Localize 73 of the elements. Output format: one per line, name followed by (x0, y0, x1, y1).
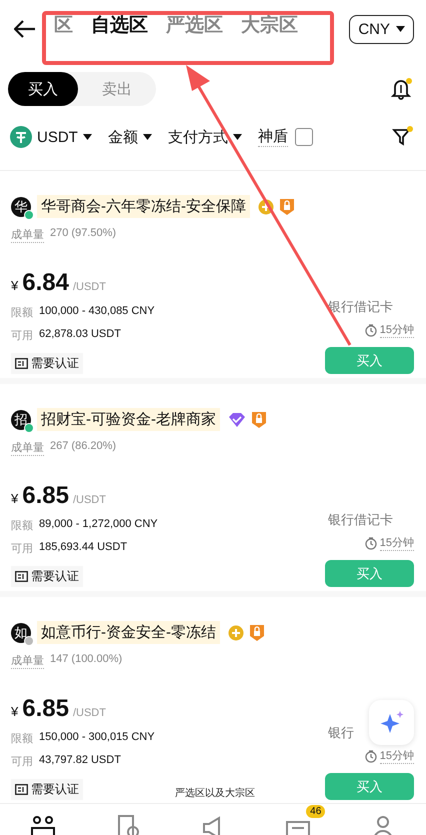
available-value: 43,797.82 USDT (39, 754, 121, 768)
limit-value: 89,000 - 1,272,000 CNY (39, 518, 158, 532)
payment-time: 15分钟 (380, 535, 414, 551)
people-nav-icon[interactable] (30, 814, 56, 835)
zone-tab[interactable]: 自选区 (91, 12, 148, 38)
currency-symbol: ¥ (11, 704, 18, 719)
limit-value: 100,000 - 430,085 CNY (39, 305, 155, 319)
back-arrow-icon[interactable] (14, 20, 36, 38)
filter-icon[interactable] (392, 126, 414, 148)
merchant-avatar: 如 (11, 622, 31, 642)
caret-icon (232, 134, 242, 140)
caret-icon (396, 26, 405, 32)
merchant-name[interactable]: 招财宝-可验资金-老牌商家 (37, 408, 220, 431)
merchant-name[interactable]: 如意币行-资金安全-零冻结 (37, 621, 220, 644)
merchant-avatar: 招 (11, 410, 31, 430)
price-value: 6.84 (22, 269, 69, 297)
orders-count: 270 (97.50%) (50, 227, 116, 241)
limit-label: 限额 (11, 732, 33, 746)
merchant-name[interactable]: 华哥商会-六年零冻结-安全保障 (37, 195, 250, 218)
orders-count: 147 (100.00%) (50, 653, 122, 667)
id-card-icon (15, 784, 28, 795)
orders-count: 267 (86.20%) (50, 440, 116, 454)
tether-logo (10, 126, 32, 148)
price-unit: /USDT (72, 707, 106, 719)
caret-icon (82, 134, 92, 140)
payment-method: 银行借记卡 (328, 511, 393, 529)
orders-label: 成单量 (11, 653, 44, 669)
price-unit: /USDT (72, 494, 106, 506)
currency-symbol: ¥ (11, 278, 18, 293)
shield-checkbox[interactable] (294, 128, 313, 146)
shield-badge-icon (252, 412, 266, 428)
limit-label: 限额 (11, 306, 33, 320)
orders-label: 成单量 (11, 440, 44, 456)
bell-icon[interactable] (390, 77, 414, 101)
payment-time: 15分钟 (380, 322, 414, 338)
currency-symbol: ¥ (11, 491, 18, 506)
verification-tag: 需要认证 (11, 353, 83, 374)
notification-badge: 46 (306, 805, 326, 818)
coin-dropdown[interactable]: USDT (10, 126, 92, 148)
timer-icon (364, 536, 377, 550)
shield-badge-icon (250, 624, 264, 640)
currency-dropdown[interactable]: CNY (349, 14, 414, 44)
limit-label: 限额 (11, 518, 33, 533)
zone-tab[interactable]: 区 (54, 12, 73, 38)
verification-tag: 需要认证 (11, 779, 83, 800)
payment-time: 15分钟 (380, 748, 414, 764)
limit-value: 150,000 - 300,015 CNY (39, 731, 155, 745)
orders-label: 成单量 (11, 227, 44, 243)
available-value: 185,693.44 USDT (39, 541, 128, 555)
available-label: 可用 (11, 542, 33, 556)
available-value: 62,878.03 USDT (39, 328, 121, 342)
id-card-icon (15, 358, 28, 369)
caption: 严选区以及大宗区 (175, 786, 255, 800)
assistant-button[interactable] (369, 700, 414, 745)
shield-label: 神盾 (258, 127, 288, 147)
sparkle-icon (378, 710, 404, 736)
price-value: 6.85 (22, 482, 69, 510)
available-label: 可用 (11, 329, 33, 343)
id-card-icon (15, 571, 28, 582)
verification-tag: 需要认证 (11, 566, 83, 587)
merchant-avatar: 华 (11, 196, 31, 216)
side-tab[interactable]: 买入 (8, 72, 78, 106)
timer-icon (364, 324, 377, 336)
timer-icon (364, 750, 377, 762)
available-label: 可用 (11, 755, 33, 769)
price-value: 6.85 (22, 695, 69, 723)
price-unit: /USDT (72, 281, 106, 293)
zone-tab[interactable]: 严选区 (166, 12, 223, 38)
payment-method: 银行 (328, 724, 354, 742)
shield-badge-icon (280, 198, 294, 214)
filter-dropdown[interactable]: 金额 (108, 128, 152, 146)
caret-icon (142, 134, 152, 140)
zone-tab[interactable]: 大宗区 (241, 12, 298, 38)
